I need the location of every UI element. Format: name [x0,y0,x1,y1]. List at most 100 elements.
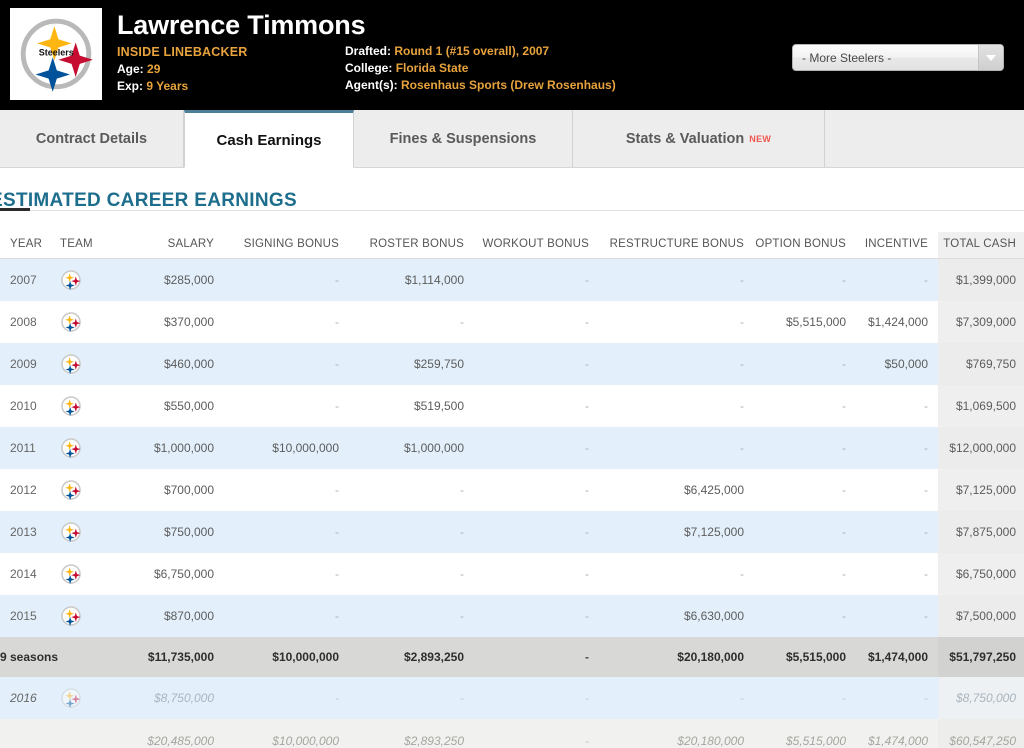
cell-option-bonus: - [754,258,856,301]
cell-option-bonus: - [754,384,856,427]
cell-signing-bonus: - [224,594,349,637]
cell-signing-bonus: - [224,384,349,427]
cell-year: 2013 [0,510,56,553]
player-drafted-row: Drafted: Round 1 (#15 overall), 2007 [345,43,616,60]
cell-salary: $870,000 [112,594,224,637]
column-header-roster[interactable]: ROSTER BONUS [349,232,474,259]
cell-incentive: $1,474,000 [856,636,938,677]
cell-restructure-bonus: - [599,342,754,385]
column-header-year[interactable]: YEAR [0,232,56,259]
table-row: 2010 $550,000- $519,500- - - - $1,069,500 [0,384,1024,427]
cell-total-cash: $6,750,000 [938,552,1024,595]
cell-salary: $285,000 [112,258,224,301]
cell-salary: $11,735,000 [112,636,224,677]
cell-signing-bonus: - [224,258,349,301]
cell-workout-bonus: - [474,718,599,748]
tab-fines-suspensions[interactable]: Fines & Suspensions [354,110,573,167]
column-header-total-cash[interactable]: TOTAL CASH [938,232,1024,259]
cell-option-bonus: $5,515,000 [754,718,856,748]
more-steelers-dropdown-wrap: - More Steelers - [792,44,1004,71]
cell-incentive: - [856,468,938,511]
tab-stats-valuation-label: Stats & Valuation [625,130,745,147]
new-badge: NEW [749,133,772,144]
cell-team [56,384,112,427]
cell-team [56,342,112,385]
tab-stats-valuation[interactable]: Stats & Valuation NEW [573,110,825,167]
player-agents-row: Agent(s): Rosenhaus Sports (Drew Rosenha… [345,77,616,94]
cell-restructure-bonus: $6,630,000 [599,594,754,637]
cell-salary: $20,485,000 [112,718,224,748]
cell-total-cash: $8,750,000 [938,676,1024,719]
cell-option-bonus: - [754,468,856,511]
cell-roster-bonus: - [349,510,474,553]
player-college-value: Florida State [395,61,469,75]
player-experience-value: 9 Years [146,79,189,93]
player-agents-label: Agent(s): [345,78,398,92]
cell-incentive: - [856,510,938,553]
player-drafted-label: Drafted: [345,44,392,58]
tab-cash-earnings[interactable]: Cash Earnings [184,110,354,168]
more-steelers-selected-value: - More Steelers - [802,50,892,65]
section-accent-bar [0,208,30,211]
more-steelers-dropdown[interactable]: - More Steelers - [792,44,1004,71]
column-header-team[interactable]: TEAM [56,232,112,259]
cell-total-cash: $7,125,000 [938,468,1024,511]
table-header-row: YEAR TEAM SALARY SIGNING BONUS ROSTER BO… [0,232,1024,259]
table-row: 2014 $6,750,000- - - - - - $6,750,000 [0,552,1024,595]
cell-option-bonus: $5,515,000 [754,300,856,343]
tab-contract-details[interactable]: Contract Details [0,110,184,167]
column-header-restructure[interactable]: RESTRUCTURE BONUS [599,232,754,259]
cell-year: 2015 [0,594,56,637]
player-agents-value: Rosenhaus Sports (Drew Rosenhaus) [401,78,616,92]
player-info-right-column: Drafted: Round 1 (#15 overall), 2007 Col… [345,43,616,95]
cell-roster-bonus: - [349,468,474,511]
cell-incentive: $50,000 [856,342,938,385]
cell-roster-bonus: $1,000,000 [349,426,474,469]
player-college-row: College: Florida State [345,60,616,77]
cell-option-bonus: - [754,426,856,469]
chevron-down-icon[interactable] [978,45,1003,70]
steelers-logo-icon [61,311,81,332]
column-header-option[interactable]: OPTION BONUS [754,232,856,259]
cell-incentive: $1,474,000 [856,718,938,748]
cell-salary: $700,000 [112,468,224,511]
cell-restructure-bonus: $20,180,000 [599,636,754,677]
cell-incentive: - [856,426,938,469]
cell-roster-bonus: $2,893,250 [349,718,474,748]
cell-salary: $6,750,000 [112,552,224,595]
column-header-workout[interactable]: WORKOUT BONUS [474,232,599,259]
tab-cash-earnings-label: Cash Earnings [216,131,322,149]
cell-option-bonus: - [754,510,856,553]
steelers-logo-icon [61,563,81,584]
cell-total-cash: $7,309,000 [938,300,1024,343]
table-row: 2012 $700,000- - - $6,425,000- - $7,125,000 [0,468,1024,511]
cell-salary: $460,000 [112,342,224,385]
cell-option-bonus: - [754,552,856,595]
column-header-signing[interactable]: SIGNING BONUS [224,232,349,259]
cell-total-cash: $60,547,250 [938,718,1024,748]
cell-salary: $1,000,000 [112,426,224,469]
player-experience-label: Exp: [117,79,144,93]
cell-roster-bonus: $259,750 [349,342,474,385]
career-earnings-table: YEAR TEAM SALARY SIGNING BONUS ROSTER BO… [0,232,1024,748]
cell-restructure-bonus: - [599,258,754,301]
table-header: YEAR TEAM SALARY SIGNING BONUS ROSTER BO… [0,232,1024,259]
cell-salary: $8,750,000 [112,676,224,719]
player-position: INSIDE LINEBACKER [117,45,248,59]
cell-signing-bonus: - [224,342,349,385]
cell-total-cash: $1,399,000 [938,258,1024,301]
cell-total-cash: $7,875,000 [938,510,1024,553]
cell-total-cash: $12,000,000 [938,426,1024,469]
cell-signing-bonus: - [224,676,349,719]
player-header: Steelers Lawrence Timmons INSIDE LINEBAC… [0,0,1024,110]
column-header-incentive[interactable]: INCENTIVE [856,232,938,259]
cell-restructure-bonus: - [599,676,754,719]
player-age-row: Age: 29 [117,61,345,78]
cell-workout-bonus: - [474,300,599,343]
column-header-salary[interactable]: SALARY [112,232,224,259]
table-row: 2015 $870,000- - - $6,630,000- - $7,500,000 [0,594,1024,637]
cell-year: 2010 [0,384,56,427]
table-row: $20,485,000 $10,000,000 $2,893,250- $20,180… [0,718,1024,748]
table-row: 2011 $1,000,000 $10,000,000 $1,000,000- - - - $… [0,426,1024,469]
logo-wordmark: Steelers [39,48,74,58]
